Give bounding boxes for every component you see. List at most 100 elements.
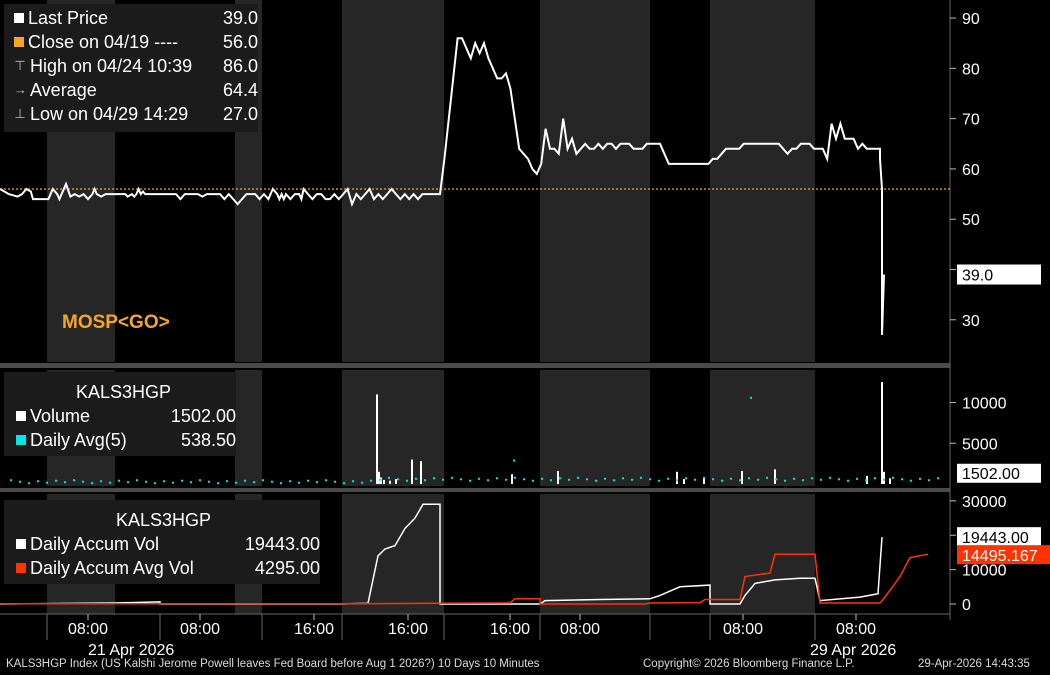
daily-avg-point [55,479,57,482]
x-tick-label: 08:00 [68,621,108,638]
price-legend-row[interactable]: Last Price 39.0 [4,6,258,30]
daily-avg-point [199,479,201,482]
daily-avg-point [883,478,885,481]
daily-avg-point [586,478,588,481]
x-tick-label: 16:00 [294,621,334,638]
daily-avg-row[interactable]: Daily Avg(5) 538.50 [4,428,236,452]
daily-avg-point [892,476,894,479]
y-tick-label: 60 [962,162,980,179]
legend-title: KALS3HGP [116,510,212,530]
price-legend-row[interactable]: ⊥ Low on 04/29 14:29 27.0 [4,102,258,126]
daily-avg-point [496,477,498,480]
daily-avg-point [865,479,867,482]
daily-avg-point [622,477,624,480]
x-tick-label: 16:00 [388,621,428,638]
daily-avg-point [784,479,786,482]
y-tick-label: 30000 [962,494,1007,511]
daily-avg-point [325,479,327,482]
daily-accum-avg-vol-swatch [16,563,26,573]
daily-avg-point [874,477,876,480]
daily-avg-point [91,482,93,485]
footer-description: KALS3HGP Index (US Kalshi Jerome Powell … [6,658,540,670]
daily-avg-point [244,479,246,482]
session-band [540,0,650,362]
daily-avg-point [424,479,426,482]
daily-avg-point [46,481,48,484]
y-tick-label: 70 [962,112,980,129]
daily-avg-point [649,478,651,481]
session-band [540,494,650,614]
high-icon: ⊤ [14,58,26,73]
daily-avg-point [721,479,723,482]
daily-accum-vol-row[interactable]: Daily Accum Vol 19443.00 [4,532,320,556]
daily-avg-point [343,482,345,485]
daily-avg-point [730,477,732,480]
daily-avg-point [28,482,30,485]
daily-avg-point [757,478,759,481]
daily-avg-point [280,482,282,485]
daily-avg-point [523,478,525,481]
daily-avg-point [109,481,111,484]
daily-avg-point [937,477,939,480]
daily-avg-point [901,478,903,481]
y-tick-label: 90 [962,11,980,28]
price-legend-row[interactable]: → Average 64.4 [4,78,258,102]
daily-avg-point [703,476,705,479]
x-date-label: 21 Apr 2026 [88,642,174,659]
volume-last-tag-label: 1502.00 [962,466,1020,483]
daily-avg-point [568,478,570,481]
daily-avg-point [595,479,597,482]
legend-label: Daily Avg(5) [30,430,127,450]
daily-avg-point [775,478,777,481]
daily-avg-point [613,479,615,482]
x-date-label: 29 Apr 2026 [810,642,896,659]
y-tick-label: 5000 [962,436,998,453]
daily-avg-point [513,459,515,462]
x-tick-label: 08:00 [180,621,220,638]
x-tick-label: 08:00 [560,621,600,638]
session-band [540,370,650,486]
daily-avg-point [433,477,435,480]
daily-avg-point [640,476,642,479]
daily-avg-point [73,479,75,482]
price-legend-row[interactable]: Close on 04/19 ---- 56.0 [4,30,258,54]
x-tick-label: 08:00 [836,621,876,638]
daily-avg-point [604,477,606,480]
daily-accum-avg-vol-row[interactable]: Daily Accum Avg Vol 4295.00 [4,556,320,580]
daily-avg-point [910,479,912,482]
daily-avg-point [676,479,678,482]
x-tick-label: 08:00 [723,621,763,638]
daily-avg-point [82,480,84,483]
daily-avg-point [181,479,183,482]
daily-avg-point [100,480,102,483]
y-tick-label: 0 [962,597,971,614]
daily-avg-point [154,482,156,485]
last-price-swatch [14,13,24,23]
session-band [235,370,262,486]
accum-avg-last-tag-label: 14495.167 [962,548,1038,565]
legend-value: 39.0 [222,8,258,28]
daily-avg-point [658,479,660,482]
daily-avg-point [334,480,336,483]
legend-label: Average [30,80,97,100]
daily-avg-point [793,477,795,480]
legend-label: Low on 04/29 14:29 [30,104,189,124]
daily-avg-point [928,479,930,482]
daily-avg-point [811,477,813,480]
daily-avg-swatch [16,435,26,445]
daily-avg-point [253,481,255,484]
daily-avg-point [442,478,444,481]
daily-avg-point [838,478,840,481]
volume-row[interactable]: Volume 1502.00 [4,404,236,428]
close-swatch [14,37,24,47]
daily-avg-point [550,479,552,482]
panel-divider [0,363,950,368]
ticker-command[interactable]: MOSP<GO> [62,312,170,334]
price-legend-row[interactable]: ⊤ High on 04/24 10:39 86.0 [4,54,258,78]
price-legend: Last Price 39.0 Close on 04/19 ---- 56.0 ⊤ Hi… [4,4,258,132]
daily-avg-point [307,479,309,482]
legend-value: 64.4 [222,80,258,100]
footer-timestamp: 29-Apr-2026 14:43:35 [918,658,1030,670]
daily-avg-point [379,478,381,481]
daily-avg-point [856,477,858,480]
